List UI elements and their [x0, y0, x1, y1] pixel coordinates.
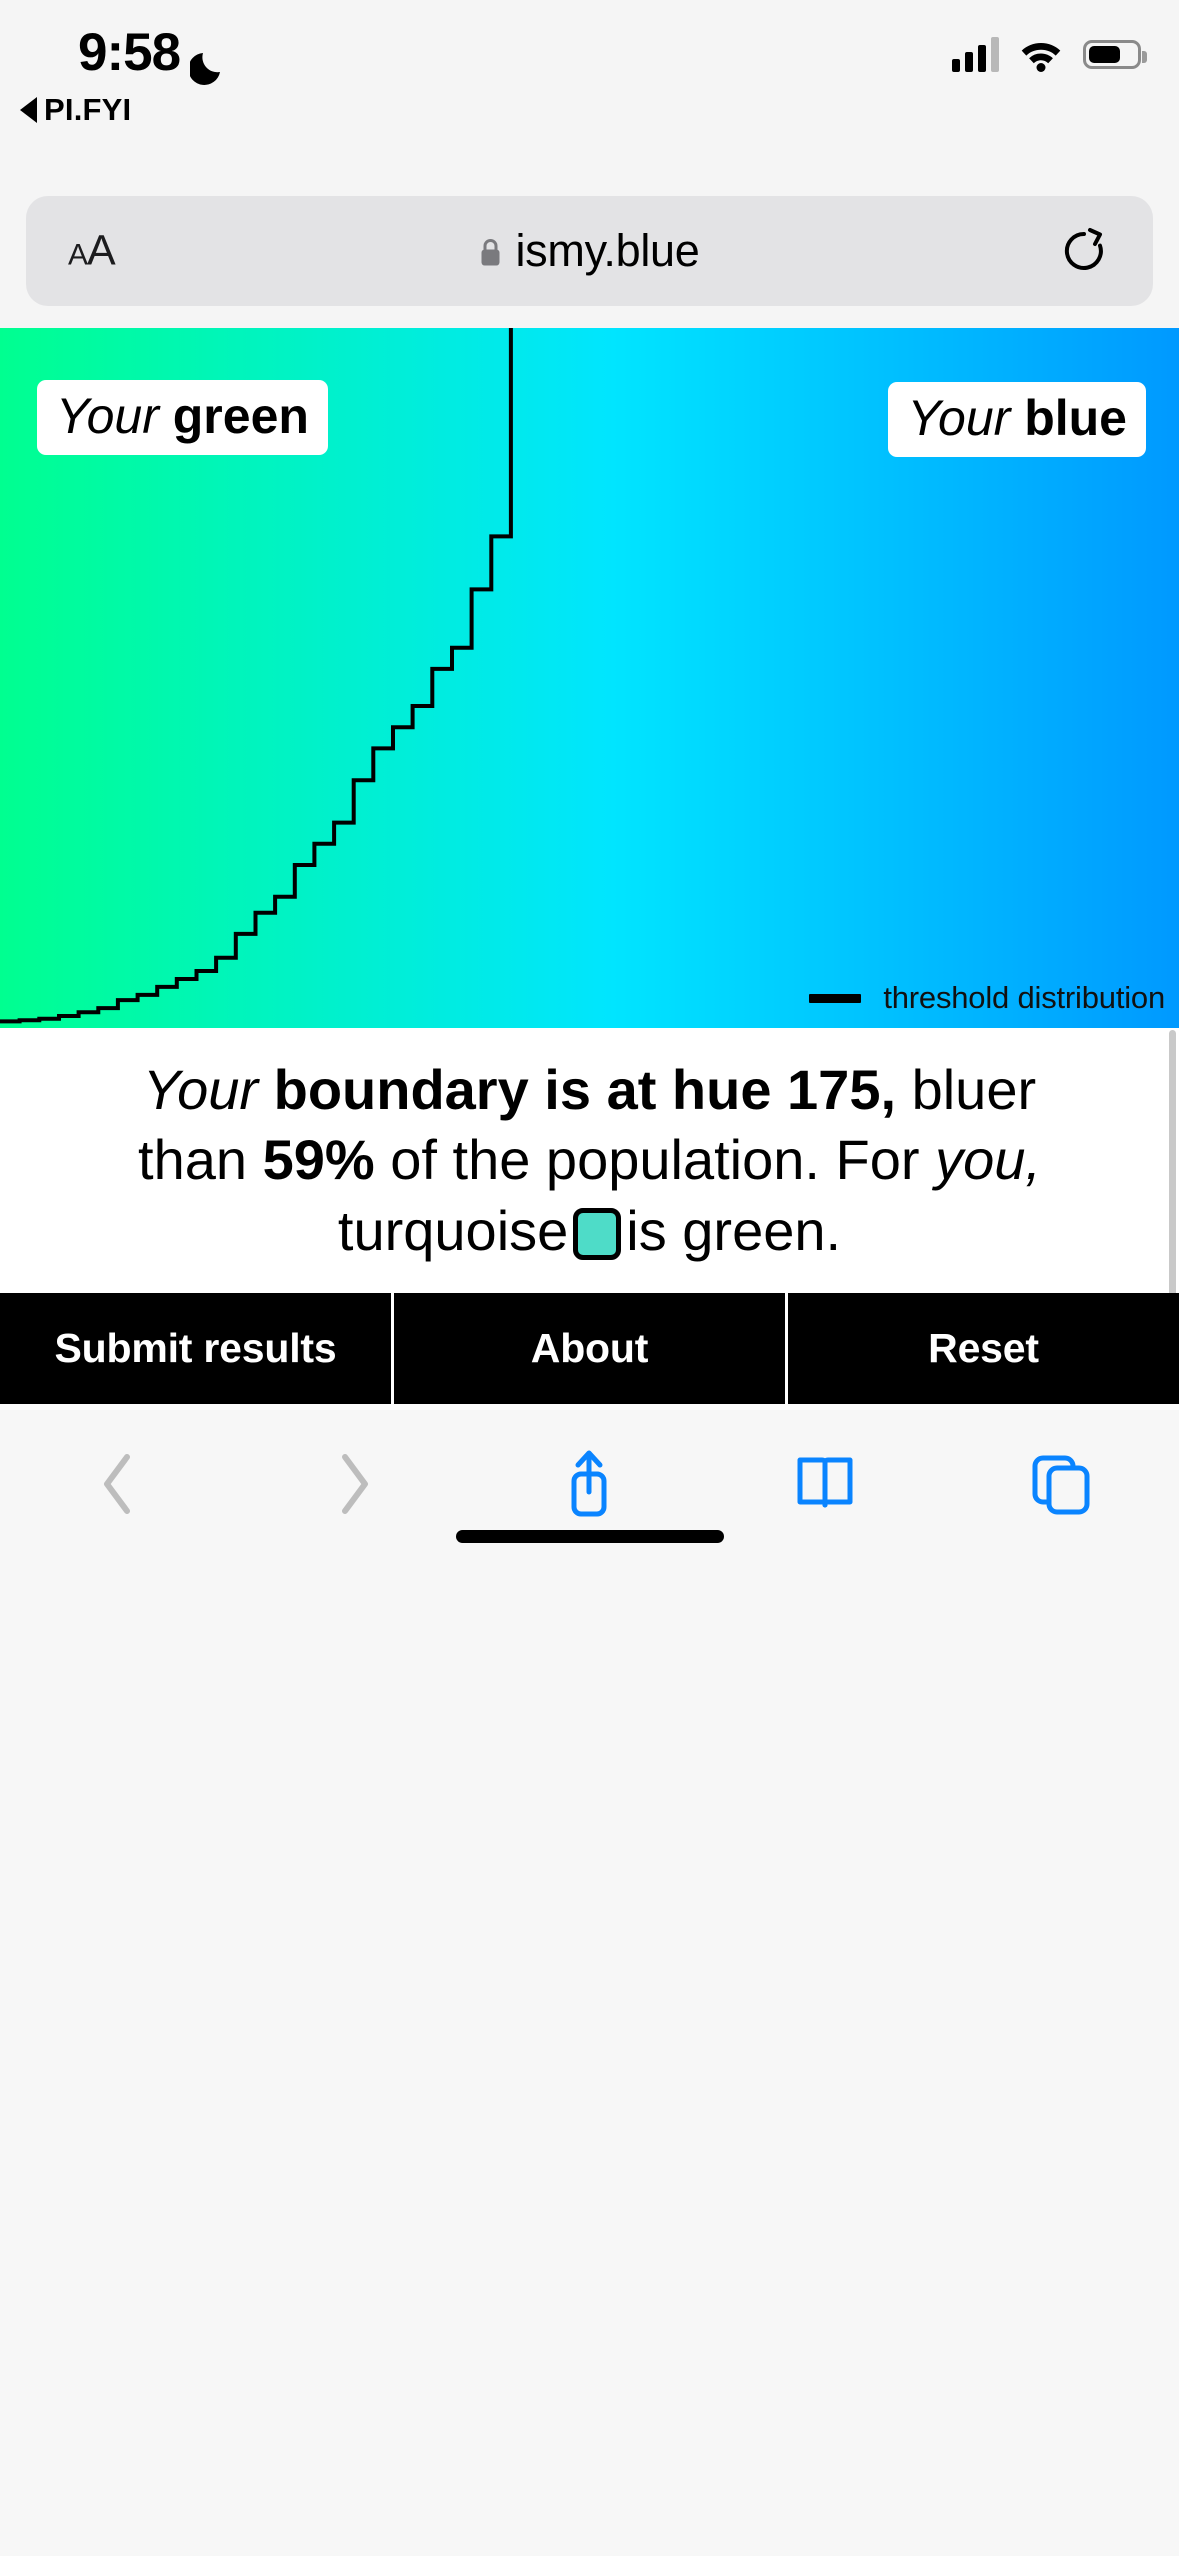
your-blue-prefix: Your	[907, 390, 1011, 446]
result-population: of the population. For	[390, 1128, 920, 1192]
result-is-green: is green.	[626, 1198, 842, 1262]
cellular-signal-icon	[952, 36, 999, 72]
chevron-right-icon	[341, 1454, 368, 1514]
result-than: than	[138, 1128, 248, 1192]
chart-legend: threshold distribution	[809, 980, 1165, 1016]
black-line-icon	[809, 993, 862, 1003]
result-text: Your boundary is at hue 175, bluer than …	[85, 1055, 1095, 1267]
back-to-app-link[interactable]: PI.FYI	[20, 92, 131, 128]
your-blue-label: Your blue	[888, 382, 1146, 457]
safari-toolbar	[0, 1410, 1179, 2556]
result-turquoise: turquoise	[337, 1198, 569, 1262]
result-percentile: 59%	[262, 1128, 375, 1192]
your-green-prefix: Your	[56, 388, 159, 444]
crescent-moon-icon	[188, 37, 228, 85]
nav-forward-button[interactable]	[236, 1410, 472, 1558]
bookmarks-button[interactable]	[707, 1410, 943, 1558]
triangle-left-icon	[20, 97, 37, 123]
turquoise-color-swatch	[573, 1207, 622, 1260]
share-icon	[571, 1450, 607, 1517]
address-bar[interactable]: A A ismy.blue	[26, 196, 1153, 306]
chevron-left-icon	[103, 1454, 130, 1514]
your-green-word: green	[172, 388, 309, 444]
nav-back-button[interactable]	[0, 1410, 236, 1558]
tabs-icon	[1032, 1455, 1090, 1515]
status-bar: 9:58 PI.FYI	[0, 0, 1179, 178]
result-panel: Your boundary is at hue 175, bluer than …	[0, 1028, 1179, 1293]
wifi-icon	[1018, 36, 1064, 72]
battery-icon	[1083, 39, 1147, 69]
result-you: you,	[935, 1128, 1041, 1192]
result-bluer: bluer	[911, 1057, 1037, 1121]
hue-threshold-chart[interactable]: Your green Your blue threshold distribut…	[0, 328, 1179, 1028]
lock-icon	[479, 237, 502, 267]
back-to-app-label: PI.FYI	[44, 92, 132, 127]
result-your: Your	[142, 1057, 259, 1121]
reset-button[interactable]: Reset	[788, 1293, 1179, 1404]
home-indicator	[455, 1530, 724, 1543]
url-text: ismy.blue	[515, 225, 700, 276]
submit-results-button[interactable]: Submit results	[0, 1293, 391, 1404]
url-display[interactable]: ismy.blue	[26, 225, 1153, 277]
your-blue-word: blue	[1024, 390, 1127, 446]
about-button[interactable]: About	[394, 1293, 785, 1404]
tabs-button[interactable]	[943, 1410, 1179, 1558]
status-indicators	[952, 30, 1147, 78]
browser-chrome: A A ismy.blue	[0, 178, 1179, 328]
book-icon	[797, 1457, 853, 1508]
legend-label: threshold distribution	[883, 980, 1165, 1015]
your-green-label: Your green	[37, 380, 328, 455]
result-boundary-phrase: boundary is at hue 175,	[273, 1057, 897, 1121]
status-time-label: 9:58	[78, 23, 181, 82]
reload-icon[interactable]	[1061, 227, 1107, 275]
action-button-bar: Submit results About Reset	[0, 1293, 1179, 1404]
status-time: 9:58	[78, 22, 228, 85]
